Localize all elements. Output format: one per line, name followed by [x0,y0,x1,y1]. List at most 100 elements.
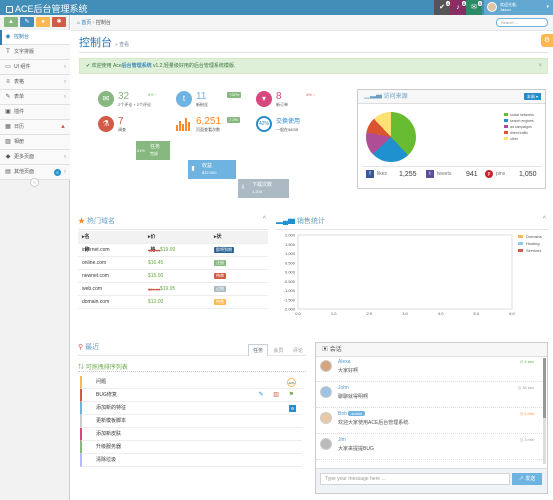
y-tick-label: -2.000 [284,307,296,312]
sidebar-item-widgets[interactable]: ▣ 插件 [0,105,70,120]
sort-icon: ⇅ [78,365,85,371]
cell-old: $29.99 [148,248,161,253]
chat-message: Alexa 大家好啊 ◷ 4 sec [316,356,542,382]
pct-text: 8% [148,92,154,97]
stat-badge: +32% [227,92,242,98]
task-item[interactable]: 添加新皮肤 [80,428,302,441]
stat-orders: ▾ 8 新订单 4% ↓ [256,91,326,111]
task-item[interactable]: 问题 42% [80,376,302,389]
minibox-tasks: 61% 任务 完成 [136,141,170,160]
pencil-icon[interactable]: ✎ [259,392,264,398]
time-text: 3 min [524,437,534,442]
task-item[interactable]: BUG修复 ✎ ▥ ⚑ [80,389,302,402]
signal-icon: ▂▄▆ [276,218,295,225]
task-label: 升级服务器 [96,444,122,450]
cell-old: $24.99 [148,287,161,292]
shortcut-pencil-button[interactable]: ✎ [20,17,34,27]
sidebar-item-typography[interactable]: T 文字排版 [0,45,70,60]
close-icon[interactable]: × [538,59,542,73]
social-label: likes [377,171,388,177]
legend-label: Services [526,248,541,253]
sidebar-item-label: 更多页面 [14,154,35,160]
widget-header: ▣ 会话 [316,343,547,357]
msg-time: ◷ 38 sec [517,385,534,390]
send-button[interactable]: ↗ 发送 [512,473,542,485]
week-dropdown[interactable]: 本周 ▾ [523,93,541,100]
chevron-down-icon: › [64,154,66,160]
sidebar-item-gallery[interactable]: ▨ 相册 [0,135,70,150]
collapse-icon[interactable]: ^ [263,216,266,223]
sidebar-item-label: 表格 [14,79,25,85]
sidebar-item-more[interactable]: ◆ 更多页面 › [0,150,70,165]
chat-scrollbar[interactable] [543,358,546,464]
alert-suffix: ,轻量级好用的后台管理系统模版. [162,63,236,69]
flag-icon[interactable]: ⚑ [289,392,294,398]
table-row: web.com $24.99 $19.95 过期 [78,283,268,296]
breadcrumb-current: 控制台 [95,20,111,26]
search-input[interactable]: Search ... [496,18,548,27]
breadcrumb-home[interactable]: 首页 [81,20,91,26]
tab-tasks[interactable]: 任务 [248,344,269,356]
messages-button[interactable]: ✉ 5 [466,0,482,15]
chart-icon: ▮ [191,166,195,172]
y-tick-label: 0.000 [285,270,296,275]
stat-value: 7 [118,116,124,127]
sortable-title: ⇅ 可拖拽排序列表 [78,362,306,372]
legend-label: other [510,137,518,141]
chat-message: Jim 大家来提提BUG ◷ 3 min [316,434,542,460]
sidebar-item-label: UI 组件 [14,64,31,70]
sidebar-item-tables[interactable]: ≡ 表格 › [0,75,70,90]
legend-swatch [518,242,523,245]
cell-price: $12.00 [148,299,164,305]
collapse-icon[interactable]: ^ [543,216,546,223]
legend-swatch [518,249,523,252]
sidebar-item-ui[interactable]: ▭ UI 组件 › [0,60,70,75]
task-item[interactable]: 升级服务器 [80,441,302,454]
sidebar-item-calendar[interactable]: ▦ 日历 ▲ [0,120,70,135]
minibox-label: 收益 [202,163,213,169]
tab-comments[interactable]: 评论 [289,345,307,356]
time-text: 38 sec [522,385,534,390]
edit-icon: ✎ [5,94,11,100]
tasks-button[interactable]: ✔ 4 [434,0,450,15]
table-row: domain.com $12.00 待售 [78,296,268,309]
user-menu[interactable]: 欢迎光临, Jason ▾ [484,0,553,15]
page-title-text: 控制台 [79,37,112,49]
shortcut-signal-button[interactable]: ▲ [4,17,18,27]
trash-icon[interactable]: ▥ [273,392,279,398]
sidebar-item-forms[interactable]: ✎ 表单 › [0,90,70,105]
star-icon: ★ [78,218,85,225]
minibox-value: 完成 [150,151,158,156]
sidebar-menu: ◉ 控制台 T 文字排版 ▭ UI 组件 › ≡ 表格 › ✎ 表单 › ▣ 插件 ▦ 日历 ▲ ▨ 相… [0,30,70,180]
send-label: 发送 [525,476,536,482]
cell-name: newnet.com [82,273,109,279]
cart-icon: ▾ [256,91,272,107]
comment-icon: ▣ [322,347,329,353]
stat-pct: 8% ↑ [148,92,157,97]
legend-label: Domains [526,234,542,239]
task-item[interactable]: 更新模板脚本 [80,415,302,428]
minibox-label: 任务 [150,144,161,150]
widget-title: 访问来源 [383,94,408,100]
social-stats: f likes 1,255 t tweets 941 p pins 1,050 [366,170,541,184]
progress-ring: 61% [136,148,145,153]
comment-icon: ✉ [98,91,114,107]
cog-icon[interactable]: ⚙ [289,405,296,412]
y-tick-label: -1.000 [284,288,296,293]
task-item[interactable]: 添加新的特征 ⚙ [80,402,302,415]
shortcut-cogs-button[interactable]: ✱ [52,17,66,27]
shortcut-group-button[interactable]: ● [36,17,50,27]
y-tick-label: -1.500 [284,297,296,302]
brand[interactable]: ACE后台管理系统 [6,2,88,15]
msg-text: 欢迎大家使用ACE后台管理系统. [338,420,410,426]
sidebar-item-dashboard[interactable]: ◉ 控制台 [0,30,70,45]
notifications-button[interactable]: ♪ 8 [450,0,466,15]
y-tick-label: 1.000 [285,251,296,256]
settings-button[interactable]: ⚙ [541,34,553,47]
sidebar-collapse-button[interactable]: « [30,178,39,187]
sidebar-item-label: 表单 [14,94,25,100]
tab-members[interactable]: 会员 [269,345,287,356]
task-item[interactable]: 清除垃圾 [80,454,302,467]
x-tick-label: 2.0 [367,311,373,315]
chat-input[interactable]: Type your message here ... [320,473,510,485]
